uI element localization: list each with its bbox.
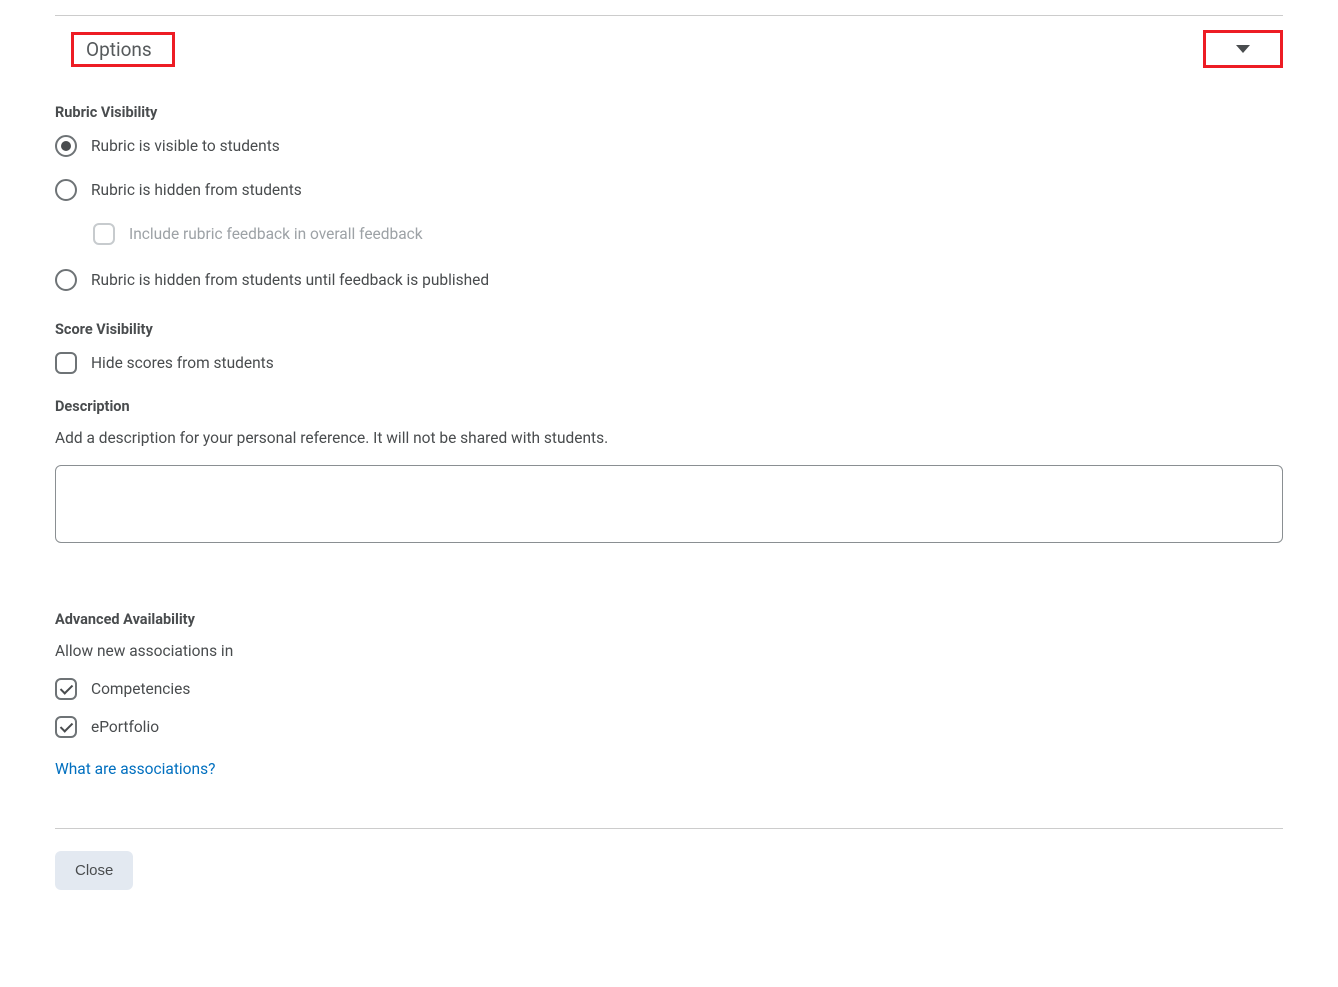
hide-scores-checkbox[interactable] <box>55 352 77 374</box>
close-button[interactable]: Close <box>55 851 133 890</box>
advanced-availability-subtitle: Allow new associations in <box>55 642 1283 660</box>
rubric-hidden-radio[interactable] <box>55 179 77 201</box>
eportfolio-label: ePortfolio <box>91 718 159 736</box>
rubric-visibility-section: Rubric Visibility Rubric is visible to s… <box>55 104 1283 291</box>
options-title: Options <box>86 38 152 61</box>
rubric-visibility-title: Rubric Visibility <box>55 104 1283 121</box>
rubric-visibility-radio-group: Rubric is visible to students Rubric is … <box>55 135 1283 291</box>
bottom-divider <box>55 828 1283 829</box>
include-feedback-label: Include rubric feedback in overall feedb… <box>129 225 423 243</box>
associations-help-link[interactable]: What are associations? <box>55 760 215 778</box>
competencies-checkbox[interactable] <box>55 678 77 700</box>
options-header: Options <box>55 16 1283 82</box>
description-section: Description Add a description for your p… <box>55 398 1283 587</box>
description-title: Description <box>55 398 1283 415</box>
description-help: Add a description for your personal refe… <box>55 429 1283 447</box>
rubric-hidden-until-published-row: Rubric is hidden from students until fee… <box>55 269 1283 291</box>
include-feedback-checkbox <box>93 223 115 245</box>
hide-scores-row: Hide scores from students <box>55 352 1283 374</box>
rubric-visible-radio[interactable] <box>55 135 77 157</box>
rubric-visible-label: Rubric is visible to students <box>91 137 280 155</box>
competencies-label: Competencies <box>91 680 190 698</box>
options-title-highlight: Options <box>71 32 175 67</box>
collapse-toggle[interactable] <box>1203 30 1283 68</box>
chevron-down-icon <box>1236 45 1250 53</box>
eportfolio-row: ePortfolio <box>55 716 1283 738</box>
rubric-visible-row: Rubric is visible to students <box>55 135 1283 157</box>
eportfolio-checkbox[interactable] <box>55 716 77 738</box>
description-textarea[interactable] <box>55 465 1283 543</box>
rubric-hidden-until-published-radio[interactable] <box>55 269 77 291</box>
score-visibility-title: Score Visibility <box>55 321 1283 338</box>
rubric-hidden-row: Rubric is hidden from students <box>55 179 1283 201</box>
hide-scores-label: Hide scores from students <box>91 354 274 372</box>
rubric-hidden-label: Rubric is hidden from students <box>91 181 302 199</box>
score-visibility-section: Score Visibility Hide scores from studen… <box>55 321 1283 374</box>
advanced-availability-title: Advanced Availability <box>55 611 1283 628</box>
advanced-availability-section: Advanced Availability Allow new associat… <box>55 611 1283 778</box>
include-feedback-row: Include rubric feedback in overall feedb… <box>93 223 1283 245</box>
rubric-hidden-until-published-label: Rubric is hidden from students until fee… <box>91 271 489 289</box>
competencies-row: Competencies <box>55 678 1283 700</box>
